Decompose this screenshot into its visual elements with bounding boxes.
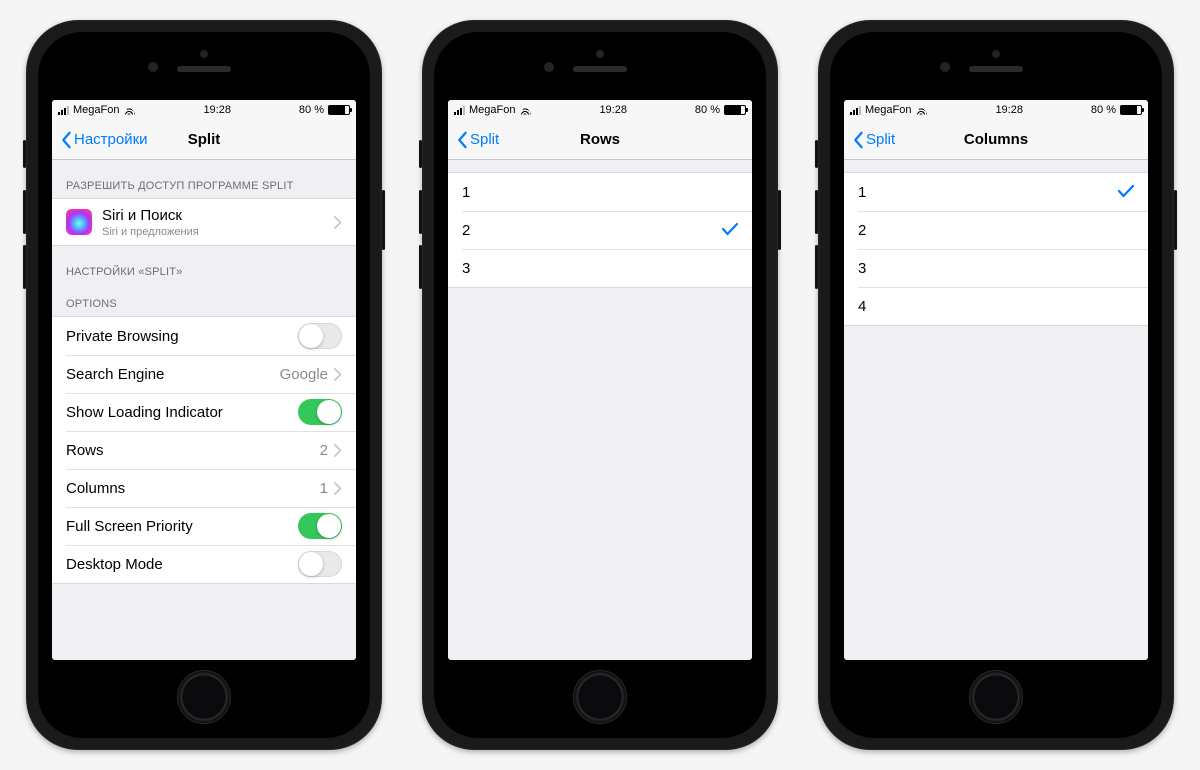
phone-1: MegaFon 19:28 80 % Настройки Split РАЗРЕ… xyxy=(26,20,382,750)
battery-label: 80 % xyxy=(1091,104,1116,116)
home-button[interactable] xyxy=(573,670,627,724)
option-label: 1 xyxy=(858,184,1118,201)
status-time: 19:28 xyxy=(203,104,231,116)
carrier-label: MegaFon xyxy=(865,104,911,116)
chevron-right-icon xyxy=(334,216,342,229)
option-label: 3 xyxy=(462,260,738,277)
back-button[interactable]: Настройки xyxy=(60,131,148,149)
row-private-browsing: Private Browsing xyxy=(52,317,356,355)
fullscreen-label: Full Screen Priority xyxy=(66,518,298,535)
option-label: 2 xyxy=(858,222,1134,239)
columns-label: Columns xyxy=(66,480,320,497)
loading-label: Show Loading Indicator xyxy=(66,404,298,421)
phone-2: MegaFon 19:28 80 % Split Rows 1 2 3 xyxy=(422,20,778,750)
option-label: 4 xyxy=(858,298,1134,315)
battery-icon xyxy=(724,105,746,115)
option-row[interactable]: 1 xyxy=(448,173,752,211)
private-browsing-label: Private Browsing xyxy=(66,328,298,345)
signal-icon xyxy=(850,106,861,115)
status-bar: MegaFon 19:28 80 % xyxy=(844,100,1148,120)
option-row[interactable]: 1 xyxy=(844,173,1148,211)
siri-title: Siri и Поиск xyxy=(102,207,334,224)
chevron-left-icon xyxy=(456,131,468,149)
back-button[interactable]: Split xyxy=(852,131,895,149)
option-row[interactable]: 3 xyxy=(448,249,752,287)
rows-value: 2 xyxy=(320,442,328,459)
carrier-label: MegaFon xyxy=(469,104,515,116)
option-label: 2 xyxy=(462,222,722,239)
wifi-icon xyxy=(915,106,927,115)
checkmark-icon xyxy=(1118,184,1134,201)
carrier-label: MegaFon xyxy=(73,104,119,116)
battery-label: 80 % xyxy=(695,104,720,116)
battery-icon xyxy=(328,105,350,115)
navbar: Split Rows xyxy=(448,120,752,160)
search-engine-label: Search Engine xyxy=(66,366,280,383)
battery-icon xyxy=(1120,105,1142,115)
section-header-split: НАСТРОЙКИ «SPLIT» xyxy=(52,246,356,284)
row-fullscreen-priority: Full Screen Priority xyxy=(52,507,356,545)
chevron-right-icon xyxy=(334,444,342,457)
chevron-left-icon xyxy=(60,131,72,149)
battery-label: 80 % xyxy=(299,104,324,116)
row-siri-search[interactable]: Siri и Поиск Siri и предложения xyxy=(52,199,356,245)
option-label: 3 xyxy=(858,260,1134,277)
section-header-access: РАЗРЕШИТЬ ДОСТУП ПРОГРАММЕ SPLIT xyxy=(52,160,356,198)
desktop-toggle[interactable] xyxy=(298,551,342,577)
search-engine-value: Google xyxy=(280,366,328,383)
row-desktop-mode: Desktop Mode xyxy=(52,545,356,583)
status-bar: MegaFon 19:28 80 % xyxy=(52,100,356,120)
row-search-engine[interactable]: Search Engine Google xyxy=(52,355,356,393)
desktop-label: Desktop Mode xyxy=(66,556,298,573)
navbar: Split Columns xyxy=(844,120,1148,160)
back-label: Настройки xyxy=(74,131,148,148)
screen-settings-split: MegaFon 19:28 80 % Настройки Split РАЗРЕ… xyxy=(52,100,356,660)
signal-icon xyxy=(454,106,465,115)
option-row[interactable]: 3 xyxy=(844,249,1148,287)
back-label: Split xyxy=(470,131,499,148)
home-button[interactable] xyxy=(969,670,1023,724)
siri-icon xyxy=(66,209,92,235)
option-row[interactable]: 2 xyxy=(448,211,752,249)
loading-toggle[interactable] xyxy=(298,399,342,425)
chevron-right-icon xyxy=(334,482,342,495)
siri-subtitle: Siri и предложения xyxy=(102,226,334,238)
section-header-options: OPTIONS xyxy=(52,284,356,316)
chevron-right-icon xyxy=(334,368,342,381)
row-columns[interactable]: Columns 1 xyxy=(52,469,356,507)
fullscreen-toggle[interactable] xyxy=(298,513,342,539)
private-browsing-toggle[interactable] xyxy=(298,323,342,349)
phone-3: MegaFon 19:28 80 % Split Columns 1 2 3 4 xyxy=(818,20,1174,750)
screen-rows: MegaFon 19:28 80 % Split Rows 1 2 3 xyxy=(448,100,752,660)
rows-label: Rows xyxy=(66,442,320,459)
option-row[interactable]: 4 xyxy=(844,287,1148,325)
signal-icon xyxy=(58,106,69,115)
status-time: 19:28 xyxy=(995,104,1023,116)
row-loading-indicator: Show Loading Indicator xyxy=(52,393,356,431)
status-bar: MegaFon 19:28 80 % xyxy=(448,100,752,120)
home-button[interactable] xyxy=(177,670,231,724)
columns-value: 1 xyxy=(320,480,328,497)
option-label: 1 xyxy=(462,184,738,201)
option-row[interactable]: 2 xyxy=(844,211,1148,249)
wifi-icon xyxy=(123,106,135,115)
wifi-icon xyxy=(519,106,531,115)
chevron-left-icon xyxy=(852,131,864,149)
back-button[interactable]: Split xyxy=(456,131,499,149)
navbar: Настройки Split xyxy=(52,120,356,160)
checkmark-icon xyxy=(722,222,738,239)
status-time: 19:28 xyxy=(599,104,627,116)
back-label: Split xyxy=(866,131,895,148)
screen-columns: MegaFon 19:28 80 % Split Columns 1 2 3 4 xyxy=(844,100,1148,660)
row-rows[interactable]: Rows 2 xyxy=(52,431,356,469)
